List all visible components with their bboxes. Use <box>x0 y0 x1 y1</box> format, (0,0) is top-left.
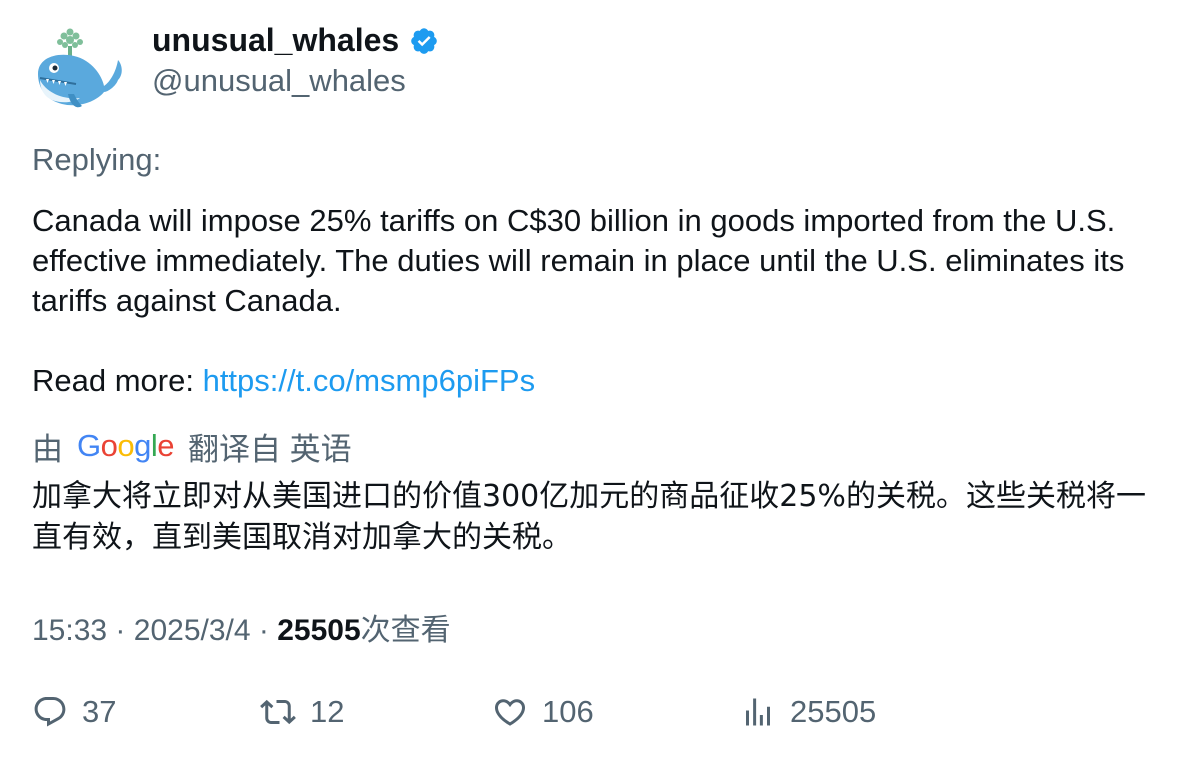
translation-attribution[interactable]: 由 Google 翻译自 英语 <box>32 424 352 468</box>
tweet-meta: 15:33 · 2025/3/4 · 25505次查看 <box>32 605 451 649</box>
views-action-count: 25505 <box>790 694 877 729</box>
handle[interactable]: @unusual_whales <box>152 63 406 99</box>
whale-icon <box>38 28 122 108</box>
translated-by-label: 由 <box>32 431 63 467</box>
tweet-time[interactable]: 15:33 <box>32 614 107 647</box>
avatar[interactable] <box>32 26 126 112</box>
meta-separator: · <box>115 614 126 647</box>
google-logo: Google <box>77 428 175 463</box>
tweet-date[interactable]: 2025/3/4 <box>134 614 251 647</box>
translated-from-label: 翻译自 英语 <box>188 431 352 467</box>
heart-icon <box>494 699 526 726</box>
reply-button[interactable]: 37 <box>32 690 116 734</box>
read-more-line: Read more: https://t.co/msmp6piFPs <box>32 361 535 401</box>
retweet-button[interactable]: 12 <box>260 690 344 734</box>
tweet-link[interactable]: https://t.co/msmp6piFPs <box>203 363 536 398</box>
views-button[interactable]: 25505 <box>740 690 876 734</box>
retweet-icon <box>260 699 296 725</box>
analytics-icon <box>746 698 770 726</box>
display-name-row[interactable]: unusual_whales <box>152 22 439 59</box>
translated-text: 加拿大将立即对从美国进口的价值300亿加元的商品征收25%的关税。这些关税将一直… <box>32 479 1146 555</box>
like-button[interactable]: 106 <box>492 690 594 734</box>
retweet-count: 12 <box>310 694 345 729</box>
meta-separator: · <box>258 614 269 647</box>
like-count: 106 <box>542 694 594 729</box>
action-bar: 37 12 106 25505 <box>32 690 1172 734</box>
replying-label: Replying: <box>32 142 162 177</box>
views-label: 次查看 <box>360 614 451 647</box>
reply-icon <box>34 697 66 727</box>
views-count: 25505 <box>277 614 361 647</box>
display-name[interactable]: unusual_whales <box>152 22 399 59</box>
tweet-text: Canada will impose 25% tariffs on C$30 b… <box>32 203 1125 318</box>
read-more-label: Read more: <box>32 363 203 398</box>
reply-count: 37 <box>82 694 117 729</box>
verified-badge-icon[interactable] <box>409 26 439 56</box>
